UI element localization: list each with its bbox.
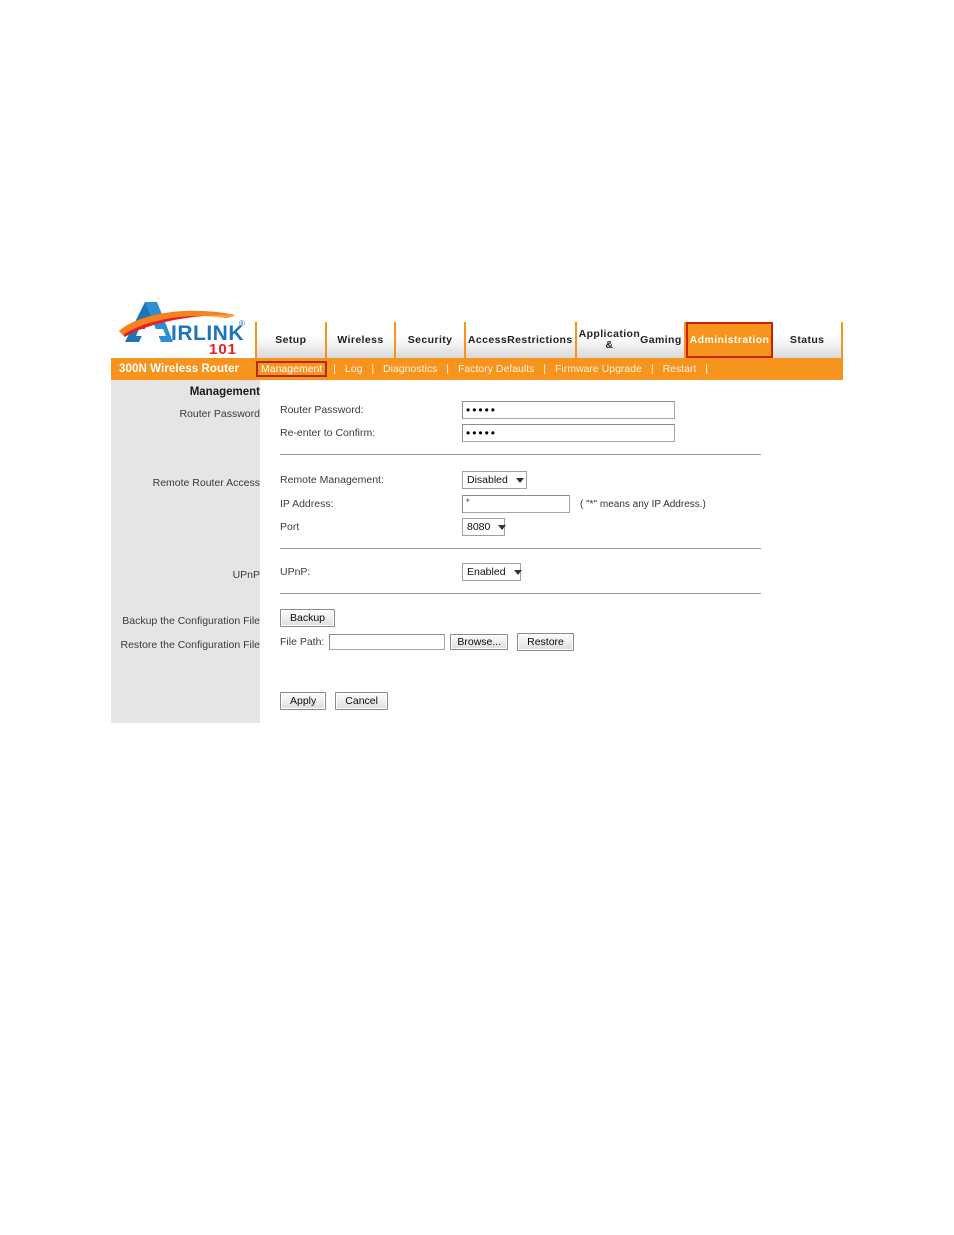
tab-application-gaming-label-line2: Gaming: [640, 333, 682, 346]
subtab-separator: |: [371, 363, 375, 375]
tab-application-gaming-label-line1: Application &: [578, 328, 641, 351]
subtab-management[interactable]: Management: [256, 361, 328, 377]
restore-row: File Path: Browse... Restore: [280, 633, 574, 651]
port-value: 8080: [467, 521, 491, 533]
field-remote-management: Remote Management: Disabled: [280, 471, 527, 489]
backup-row: Backup: [280, 609, 336, 627]
sidebar: Management Router Password Remote Router…: [111, 380, 260, 723]
svg-text:®: ®: [239, 319, 245, 328]
router-password-label: Router Password:: [280, 404, 364, 416]
model-name: 300N Wireless Router: [119, 363, 240, 375]
subtab-separator: |: [705, 363, 709, 375]
reenter-password-label: Re-enter to Confirm:: [280, 427, 376, 439]
airlink-logo-svg: IRLINK ® 101: [119, 302, 245, 356]
page-header: IRLINK ® 101 Setup Wireless Security Acc…: [111, 296, 843, 358]
sidebar-item-upnp: UPnP: [232, 569, 260, 581]
tab-status-label: Status: [789, 333, 825, 346]
subtab-diagnostics[interactable]: Diagnostics: [379, 362, 441, 376]
ip-address-value: *: [466, 497, 470, 507]
field-router-password: Router Password: •••••: [280, 401, 675, 419]
reenter-password-input[interactable]: •••••: [462, 424, 675, 442]
form-pane: Router Password: ••••• Re-enter to Confi…: [260, 380, 843, 723]
sidebar-item-backup-config: Backup the Configuration File: [122, 615, 260, 627]
field-port: Port 8080: [280, 518, 507, 536]
ip-address-input[interactable]: *: [462, 495, 570, 513]
divider-3: [280, 593, 761, 594]
svg-text:101: 101: [209, 341, 237, 356]
field-ip-address: IP Address: * ( "*" means any IP Address…: [280, 495, 706, 513]
remote-management-label: Remote Management:: [280, 474, 384, 486]
upnp-value: Enabled: [467, 566, 506, 578]
sidebar-item-remote-router-access: Remote Router Access: [152, 477, 260, 489]
tab-access-restrictions[interactable]: Access Restrictions: [465, 322, 577, 358]
port-select[interactable]: 8080: [462, 518, 507, 536]
tab-application-gaming[interactable]: Application & Gaming: [576, 322, 686, 358]
upnp-select[interactable]: Enabled: [462, 563, 522, 581]
ip-address-hint: ( "*" means any IP Address.): [580, 498, 706, 510]
divider-1: [280, 454, 761, 455]
tab-administration[interactable]: Administration: [685, 322, 774, 358]
port-label: Port: [280, 521, 300, 533]
sidebar-heading: Management: [189, 386, 260, 398]
main-tab-bar: Setup Wireless Security Access Restricti…: [255, 322, 843, 358]
ip-address-label: IP Address:: [280, 498, 334, 510]
airlink-logo: IRLINK ® 101: [111, 296, 255, 358]
router-password-value: •••••: [466, 403, 498, 417]
action-row: Apply Cancel: [280, 692, 388, 710]
sub-tab-bar: 300N Wireless Router Management | Log | …: [111, 358, 843, 380]
tab-setup[interactable]: Setup: [255, 322, 327, 358]
cancel-button[interactable]: Cancel: [335, 692, 388, 710]
subtab-restart[interactable]: Restart: [659, 362, 701, 376]
remote-management-select[interactable]: Disabled: [462, 471, 527, 489]
subtab-separator: |: [543, 363, 546, 375]
sidebar-item-restore-config: Restore the Configuration File: [120, 639, 261, 651]
tab-security-label: Security: [407, 333, 453, 346]
remote-management-value: Disabled: [467, 474, 508, 486]
chevron-down-icon: [515, 477, 524, 483]
restore-button[interactable]: Restore: [517, 633, 574, 651]
tab-setup-label: Setup: [275, 333, 307, 346]
tab-status[interactable]: Status: [773, 322, 843, 358]
field-upnp: UPnP: Enabled: [280, 563, 522, 581]
tab-wireless-label: Wireless: [337, 333, 384, 346]
subtab-separator: |: [650, 363, 654, 375]
subtab-firmware-upgrade[interactable]: Firmware Upgrade: [551, 362, 646, 376]
backup-button[interactable]: Backup: [280, 609, 336, 627]
subtab-factory-defaults[interactable]: Factory Defaults: [454, 362, 538, 376]
apply-button[interactable]: Apply: [280, 692, 327, 710]
router-password-input[interactable]: •••••: [462, 401, 675, 419]
browse-button[interactable]: Browse...: [450, 634, 509, 650]
tab-wireless[interactable]: Wireless: [326, 322, 397, 358]
chevron-down-icon: [498, 524, 507, 530]
tab-administration-label: Administration: [689, 333, 770, 346]
tab-access-restrictions-label-line2: Restrictions: [507, 333, 573, 346]
upnp-label: UPnP:: [280, 566, 311, 578]
divider-2: [280, 548, 761, 549]
subtab-separator: |: [333, 363, 336, 375]
reenter-password-value: •••••: [466, 426, 498, 440]
subtab-separator: |: [446, 363, 449, 375]
subtab-log[interactable]: Log: [341, 362, 367, 376]
sub-tab-list: Management | Log | Diagnostics | Factory…: [255, 361, 713, 377]
page-body: Management Router Password Remote Router…: [111, 380, 843, 723]
tab-security[interactable]: Security: [396, 322, 466, 358]
file-path-input[interactable]: [329, 634, 446, 650]
chevron-down-icon: [513, 569, 522, 575]
field-reenter-password: Re-enter to Confirm: •••••: [280, 424, 675, 442]
router-admin-page: IRLINK ® 101 Setup Wireless Security Acc…: [111, 296, 843, 723]
sidebar-item-router-password: Router Password: [179, 408, 260, 420]
file-path-label: File Path:: [280, 636, 325, 648]
tab-access-restrictions-label-line1: Access: [467, 333, 508, 346]
